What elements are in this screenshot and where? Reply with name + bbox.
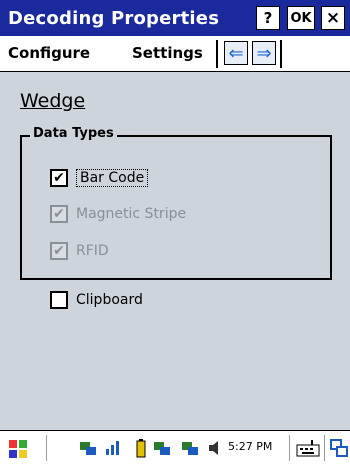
taskbar-separator [324,435,325,461]
clipboard-label[interactable]: Clipboard [76,292,143,308]
network-icon[interactable] [78,439,98,461]
menu-separator [216,40,218,68]
battery-icon[interactable] [135,439,147,463]
clipboard-checkbox[interactable] [50,291,68,309]
sync-icon[interactable] [152,439,172,461]
window-title: Decoding Properties [8,8,220,29]
menu-bar: Configure Settings ⇐ ⇒ [0,36,350,72]
bar-code-checkbox[interactable]: ✔ [50,169,68,187]
windows-list-icon[interactable] [330,439,348,461]
close-button[interactable]: × [321,6,345,30]
volume-icon[interactable] [208,439,222,464]
option-bar-code[interactable]: ✔ Bar Code [50,167,149,189]
ok-button[interactable]: OK [287,6,315,30]
title-bar: Decoding Properties ? OK × [0,0,350,36]
properties-panel: Wedge Data Types ✔ Bar Code ✔ Magnetic S… [0,72,350,430]
group-title: Data Types [30,126,117,141]
magnetic-stripe-label[interactable]: Magnetic Stripe [76,206,186,222]
keyboard-icon[interactable] [296,439,320,461]
forward-arrow-icon[interactable]: ⇒ [252,41,276,65]
signal-icon[interactable] [104,439,122,461]
option-magnetic-stripe[interactable]: ✔ Magnetic Stripe [50,203,186,225]
rfid-label[interactable]: RFID [76,243,109,259]
magnetic-stripe-checkbox[interactable]: ✔ [50,205,68,223]
menu-configure[interactable]: Configure [8,44,90,62]
menu-settings[interactable]: Settings [132,44,203,62]
windows-flag-icon[interactable] [8,439,28,463]
menu-separator [280,40,282,68]
taskbar-separator [46,435,47,461]
rfid-checkbox[interactable]: ✔ [50,242,68,260]
taskbar: 5:27 PM [0,430,350,464]
section-heading: Wedge [20,90,86,112]
taskbar-separator [289,435,290,461]
connection-icon[interactable] [180,439,200,461]
back-arrow-icon[interactable]: ⇐ [224,41,248,65]
bar-code-label[interactable]: Bar Code [76,169,149,187]
option-rfid[interactable]: ✔ RFID [50,240,109,262]
help-button[interactable]: ? [256,6,280,30]
option-clipboard[interactable]: Clipboard [50,289,143,311]
clock[interactable]: 5:27 PM [228,440,272,453]
